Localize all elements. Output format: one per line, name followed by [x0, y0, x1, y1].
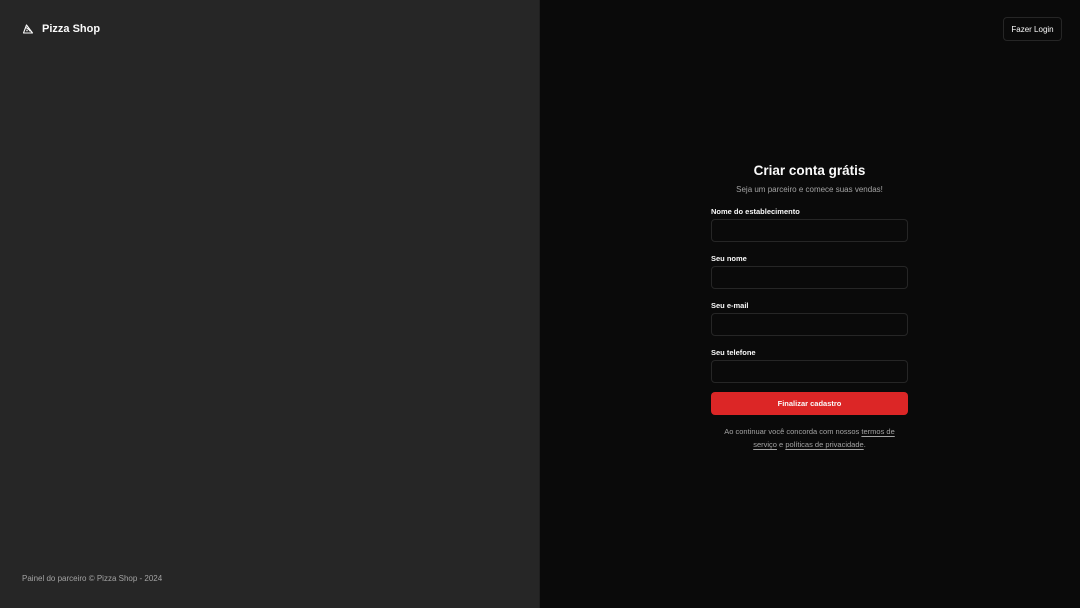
signup-panel: Fazer Login Criar conta grátis Seja um p… [540, 0, 1080, 608]
page-subtitle: Seja um parceiro e comece suas vendas! [736, 185, 883, 194]
page-title: Criar conta grátis [753, 163, 866, 178]
signup-form: Criar conta grátis Seja um parceiro e co… [711, 162, 908, 459]
pizza-slice-icon [22, 23, 34, 35]
page-root: Pizza Shop Painel do parceiro © Pizza Sh… [0, 0, 1080, 608]
terms-suffix: . [863, 440, 866, 449]
establishment-name-input[interactable] [711, 219, 908, 242]
email-label: Seu e-mail [711, 301, 749, 310]
copyright-footer: Painel do parceiro © Pizza Shop - 2024 [22, 574, 163, 583]
email-input[interactable] [711, 313, 908, 336]
phone-group: Seu telefone [711, 348, 908, 383]
phone-input[interactable] [711, 360, 908, 383]
manager-name-label: Seu nome [711, 254, 747, 263]
brand-panel: Pizza Shop Painel do parceiro © Pizza Sh… [0, 0, 540, 608]
finish-signup-button[interactable]: Finalizar cadastro [711, 392, 908, 415]
terms-prefix: Ao continuar você concorda com nossos [724, 427, 862, 436]
establishment-name-label: Nome do establecimento [711, 207, 800, 216]
phone-label: Seu telefone [711, 348, 756, 357]
terms-notice: Ao continuar você concorda com nossos te… [711, 425, 908, 451]
brand-logo: Pizza Shop [22, 23, 100, 35]
email-group: Seu e-mail [711, 301, 908, 336]
establishment-name-group: Nome do establecimento [711, 207, 908, 242]
manager-name-input[interactable] [711, 266, 908, 289]
brand-name: Pizza Shop [42, 23, 101, 35]
manager-name-group: Seu nome [711, 254, 908, 289]
login-button[interactable]: Fazer Login [1003, 17, 1062, 41]
privacy-policy-link[interactable]: políticas de privacidade [785, 440, 863, 449]
